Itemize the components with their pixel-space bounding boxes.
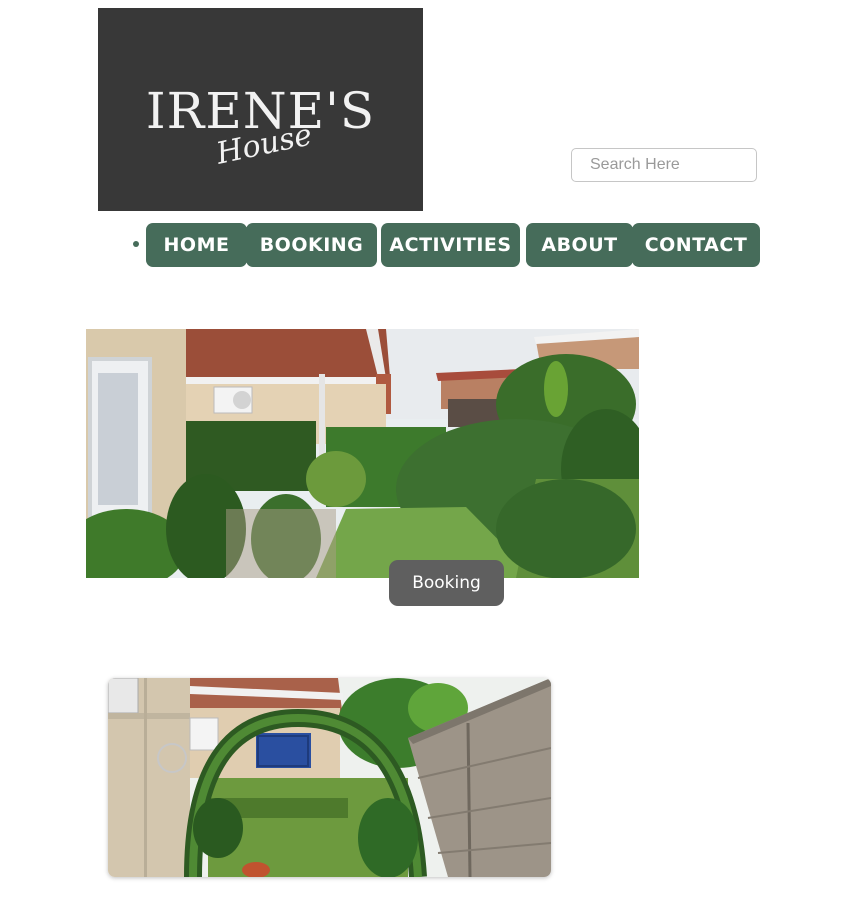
nav-home[interactable]: HOME bbox=[146, 223, 247, 267]
booking-button[interactable]: Booking bbox=[389, 560, 504, 606]
nav-activities[interactable]: ACTIVITIES bbox=[381, 223, 520, 267]
arch-photo bbox=[108, 678, 551, 877]
garden-photo bbox=[86, 329, 639, 578]
nav-about[interactable]: ABOUT bbox=[526, 223, 633, 267]
site-logo[interactable]: IRENE'S House bbox=[98, 8, 423, 211]
nav-booking[interactable]: BOOKING bbox=[246, 223, 377, 267]
search-input[interactable] bbox=[571, 148, 757, 182]
nav-bullet bbox=[133, 241, 139, 247]
nav-contact[interactable]: CONTACT bbox=[632, 223, 760, 267]
